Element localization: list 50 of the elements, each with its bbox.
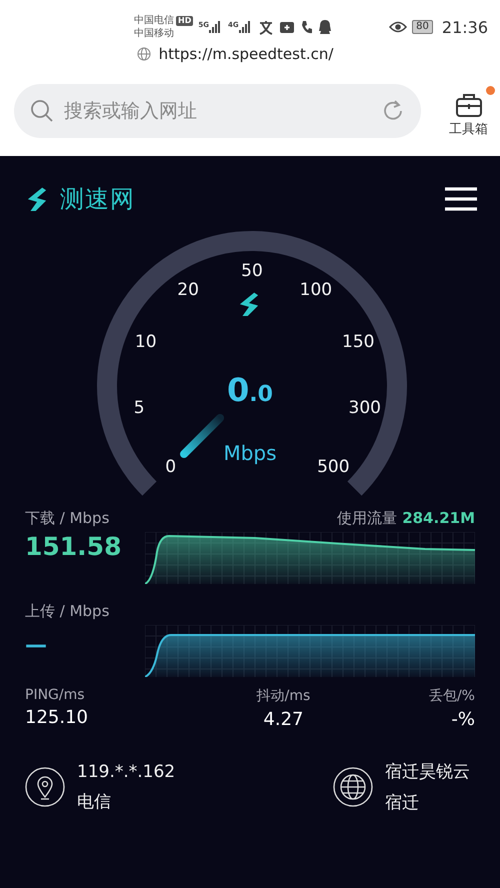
upload-label: 上传 / Mbps [25, 602, 110, 621]
client-isp: 电信 [77, 790, 112, 812]
download-speed: 151.58 [25, 532, 122, 561]
clock-time: 21:36 [442, 18, 488, 36]
scale-label: 20 [177, 280, 199, 300]
scale-label: 50 [241, 261, 263, 281]
carrier-name: 中国电信 [134, 14, 174, 27]
location-icon [25, 767, 65, 807]
stat-value: 125.10 [25, 707, 88, 728]
globe-icon [333, 767, 373, 807]
scale-label: 10 [134, 332, 157, 352]
menu-icon[interactable] [444, 186, 478, 212]
signal-icon [238, 21, 253, 33]
stat-value: 4.27 [263, 709, 304, 730]
speed-unit: Mbps [223, 441, 277, 465]
traffic-value: 284.21M [402, 509, 475, 527]
scale-label: 500 [317, 457, 350, 478]
message-icon [278, 20, 295, 34]
page-url: https://m.speedtest.cn/ [158, 45, 334, 63]
stat-label: 抖动/ms [256, 687, 310, 705]
speed-reading: 0.0 [227, 374, 273, 406]
upload-speed: — [25, 633, 47, 658]
globe-icon [136, 47, 151, 61]
server-name: 宿迁昊锐云 [385, 761, 470, 783]
signal-icon [208, 21, 223, 33]
translate-icon [258, 20, 274, 34]
scale-label: 0 [165, 457, 176, 478]
traffic-label: 使用流量 [337, 509, 398, 528]
server-city: 宿迁 [385, 792, 420, 814]
stat-value: -% [451, 709, 475, 730]
search-input[interactable]: 搜索或输入网址 [62, 99, 373, 123]
scale-label: 300 [348, 398, 381, 418]
scale-label: 5 [134, 398, 145, 418]
phone-icon [300, 20, 313, 34]
toolbox-button[interactable]: 工具箱 [435, 84, 500, 138]
hd-badge: HD [176, 16, 194, 26]
speed-needle [179, 412, 226, 459]
logo-text: 测速网 [60, 184, 135, 215]
scale-label: 150 [342, 332, 374, 352]
search-icon [30, 99, 54, 123]
stat-label: PING/ms [25, 687, 86, 703]
battery-level: 80 [412, 20, 433, 34]
download-label: 下载 / Mbps [25, 509, 110, 528]
stat-label: 丢包/% [428, 687, 475, 705]
scale-label: 100 [300, 280, 332, 300]
carrier-name: 中国移动 [134, 27, 175, 40]
eye-icon [389, 21, 408, 33]
client-ip: 119.*.*.162 [77, 762, 176, 782]
toolbox-icon [454, 92, 482, 118]
search-field[interactable]: 搜索或输入网址 [14, 84, 421, 138]
